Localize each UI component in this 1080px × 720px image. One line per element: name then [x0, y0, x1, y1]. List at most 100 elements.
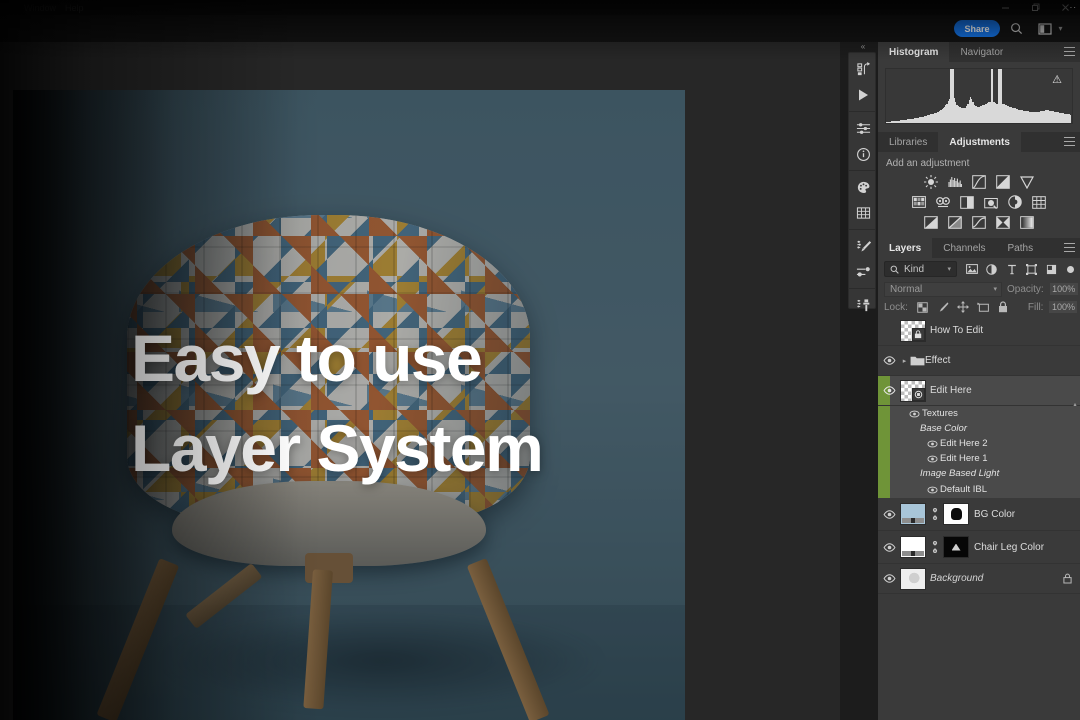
layers-list[interactable]: How To Edit ▸ Effect Edit Here ▴ Texture…	[878, 316, 1080, 594]
panel-menu-icon[interactable]	[1064, 47, 1075, 56]
adjustment-filter-icon[interactable]	[985, 263, 998, 276]
clone-source-icon[interactable]	[849, 292, 877, 318]
layer-visibility-toggle[interactable]	[878, 346, 900, 376]
nested-visibility-toggle[interactable]	[906, 410, 922, 418]
nested-layer-row[interactable]: Image Based Light	[878, 466, 1080, 481]
brightness-contrast-icon[interactable]	[924, 175, 939, 189]
color-palette-icon[interactable]	[849, 174, 877, 200]
tool-presets-icon[interactable]	[849, 259, 877, 285]
search-icon[interactable]	[1007, 19, 1026, 38]
photo-filter-icon[interactable]	[984, 195, 999, 209]
histogram-bar	[1069, 114, 1072, 123]
layer-row[interactable]: Background	[878, 564, 1080, 594]
panel-icon-dock	[848, 52, 877, 311]
panel-menu-icon[interactable]	[1064, 243, 1075, 252]
group-disclosure-icon[interactable]: ▸	[900, 357, 909, 365]
tab-navigator[interactable]: Navigator	[949, 42, 1015, 62]
adjustment-icon-grid	[886, 175, 1072, 229]
lock-all-icon[interactable]	[997, 301, 1009, 313]
channel-mixer-icon[interactable]	[1008, 195, 1023, 209]
opacity-input[interactable]: 100%	[1048, 282, 1079, 296]
shape-filter-icon[interactable]	[1025, 263, 1038, 276]
layer-visibility-toggle[interactable]	[878, 499, 900, 529]
layer-thumbnail[interactable]	[900, 319, 926, 342]
layer-thumbnail[interactable]	[900, 503, 926, 525]
levels-icon[interactable]	[948, 175, 963, 189]
selective-color-icon[interactable]	[996, 215, 1011, 229]
collapse-panels-icon[interactable]: «	[855, 42, 871, 52]
chevron-down-icon[interactable]: ▾	[1051, 19, 1070, 38]
layer-mask-thumbnail[interactable]	[943, 536, 969, 558]
lock-image-icon[interactable]	[937, 301, 949, 313]
hue-saturation-icon[interactable]	[912, 195, 927, 209]
color-lookup-icon[interactable]	[1032, 195, 1047, 209]
threshold-icon[interactable]	[972, 215, 987, 229]
minimize-button[interactable]	[990, 0, 1020, 15]
exposure-icon[interactable]	[996, 175, 1011, 189]
layer-thumbnail[interactable]	[900, 379, 926, 402]
tab-histogram[interactable]: Histogram	[878, 42, 950, 62]
info-icon[interactable]	[849, 141, 877, 167]
panel-menu-icon[interactable]	[1064, 137, 1075, 146]
actions-play-icon[interactable]	[849, 82, 877, 108]
swatches-grid-icon[interactable]	[849, 200, 877, 226]
pixel-filter-icon[interactable]	[965, 263, 978, 276]
lock-transparency-icon[interactable]	[917, 301, 929, 313]
type-filter-icon[interactable]	[1005, 263, 1018, 276]
layer-row[interactable]: BG Color	[878, 498, 1080, 531]
invert-icon[interactable]	[924, 215, 939, 229]
nested-visibility-toggle[interactable]	[924, 455, 940, 463]
gradient-map-icon[interactable]	[1020, 215, 1035, 229]
canvas-area[interactable]: Easy to use Layer System	[0, 42, 840, 720]
panel-drag-handle[interactable]: ··	[1070, 3, 1077, 12]
mask-link-icon[interactable]	[930, 541, 940, 553]
nested-layer-row[interactable]: Default IBL	[878, 481, 1080, 498]
menu-item-help[interactable]: Help	[65, 3, 84, 13]
layer-mask-thumbnail[interactable]	[943, 503, 969, 525]
blend-mode-select[interactable]: Normal ▾	[884, 281, 1002, 297]
color-balance-icon[interactable]	[936, 195, 951, 209]
tab-paths[interactable]: Paths	[996, 238, 1045, 258]
fill-input[interactable]: 100%	[1048, 300, 1079, 314]
chevron-down-icon: ▾	[947, 266, 951, 273]
mask-link-icon[interactable]	[930, 508, 940, 520]
filter-toggle-icon[interactable]	[1067, 265, 1074, 273]
layer-visibility-toggle[interactable]	[878, 564, 900, 594]
layer-row-selected[interactable]: Edit Here ▴	[878, 376, 1080, 409]
nested-visibility-toggle[interactable]	[924, 440, 940, 448]
tab-layers[interactable]: Layers	[878, 238, 933, 258]
adjustments-sliders-icon[interactable]	[849, 115, 877, 141]
tab-libraries[interactable]: Libraries	[878, 132, 939, 152]
layer-row[interactable]: Chair Leg Color	[878, 531, 1080, 564]
adjustments-panel-tabs: Libraries Adjustments	[878, 132, 1080, 152]
vibrance-icon[interactable]	[1020, 175, 1035, 189]
layer-row[interactable]: ▸ Effect	[878, 346, 1080, 376]
filter-kind-select[interactable]: Kind ▾	[884, 261, 957, 277]
restore-button[interactable]	[1020, 0, 1050, 15]
layer-visibility-toggle[interactable]	[878, 376, 900, 406]
layer-thumbnail[interactable]	[900, 567, 926, 590]
lock-position-icon[interactable]	[956, 301, 969, 313]
share-button[interactable]: Share	[954, 20, 1000, 37]
brush-settings-icon[interactable]	[849, 233, 877, 259]
smart-object-filter-icon[interactable]	[1045, 263, 1058, 276]
layer-thumbnail[interactable]	[900, 536, 926, 558]
selection-color-band	[878, 406, 890, 421]
nested-layer-row[interactable]: Base Color	[878, 421, 1080, 436]
nested-layer-row[interactable]: Edit Here 1	[878, 451, 1080, 466]
history-icon[interactable]	[849, 56, 877, 82]
tab-adjustments[interactable]: Adjustments	[938, 132, 1021, 152]
layer-visibility-toggle[interactable]	[878, 532, 900, 562]
nested-layer-row[interactable]: Textures	[878, 406, 1080, 421]
nested-visibility-toggle[interactable]	[924, 486, 940, 494]
nested-layer-row[interactable]: Edit Here 2	[878, 436, 1080, 451]
posterize-icon[interactable]	[948, 215, 963, 229]
histogram-warning-icon[interactable]: ⚠	[1050, 74, 1064, 87]
black-white-icon[interactable]	[960, 195, 975, 209]
curves-icon[interactable]	[972, 175, 987, 189]
lock-artboard-icon[interactable]	[977, 301, 989, 313]
menu-item-window[interactable]: Window	[24, 3, 56, 13]
layer-visibility-toggle[interactable]	[878, 316, 900, 346]
layer-row[interactable]: How To Edit	[878, 316, 1080, 346]
tab-channels[interactable]: Channels	[932, 238, 997, 258]
